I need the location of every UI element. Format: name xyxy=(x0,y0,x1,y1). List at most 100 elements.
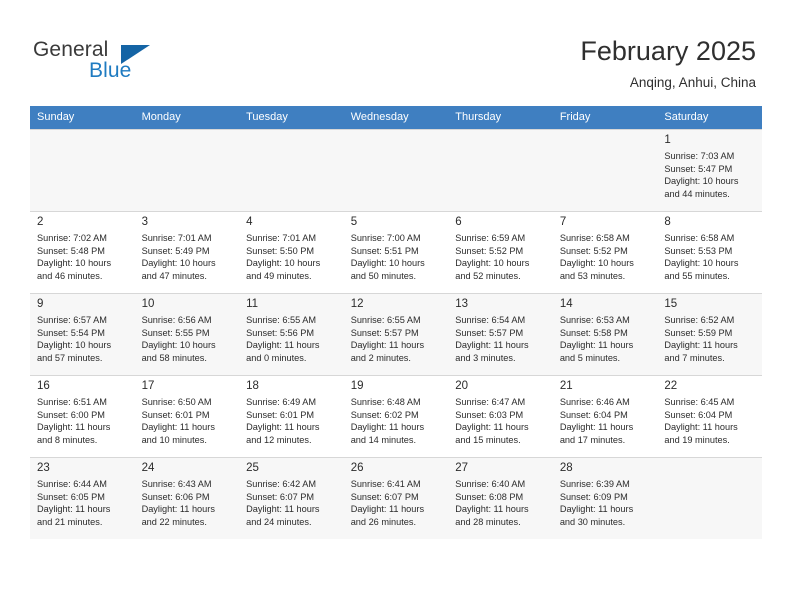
calendar-day-cell[interactable]: 1 Sunrise: 7:03 AM Sunset: 5:47 PM Daylight… xyxy=(657,129,762,211)
calendar-day-cell[interactable]: 21 Sunrise: 6:46 AM Sunset: 6:04 PM Dayligh… xyxy=(552,375,658,457)
daylight-duration-line-1: Daylight: 11 hours xyxy=(559,422,634,433)
calendar-cell-inner xyxy=(30,129,135,211)
calendar-day-cell[interactable]: 20 Sunrise: 6:47 AM Sunset: 6:03 PM Dayligh… xyxy=(448,375,553,457)
weekday-header-saturday: Saturday xyxy=(657,106,762,129)
daylight-duration-line-1: Daylight: 11 hours xyxy=(664,422,738,433)
calendar-cell-empty xyxy=(657,457,762,539)
calendar-cell-inner: 9 Sunrise: 6:57 AM Sunset: 5:54 PM Daylight… xyxy=(30,293,135,375)
sunrise-time: Sunrise: 6:58 AM xyxy=(664,233,735,243)
weekday-header-friday: Friday xyxy=(552,106,658,129)
daylight-duration-line-2: and 7 minutes. xyxy=(664,352,725,363)
calendar-day-cell[interactable]: 9 Sunrise: 6:57 AM Sunset: 5:54 PM Daylight… xyxy=(30,293,135,375)
calendar-day-cell[interactable]: 26 Sunrise: 6:41 AM Sunset: 6:07 PM Dayligh… xyxy=(343,457,449,539)
sunset-time: Sunset: 6:06 PM xyxy=(141,491,210,502)
sunset-time: Sunset: 5:57 PM xyxy=(455,327,524,338)
daylight-duration-line-1: Daylight: 11 hours xyxy=(559,504,634,515)
calendar-cell-empty xyxy=(134,129,240,211)
sunrise-time: Sunrise: 6:54 AM xyxy=(455,315,526,325)
daylight-duration-line-2: and 26 minutes. xyxy=(350,516,417,527)
sunrise-time: Sunrise: 6:46 AM xyxy=(559,397,630,407)
sunset-time: Sunset: 6:07 PM xyxy=(350,491,419,502)
sunrise-time: Sunrise: 6:55 AM xyxy=(350,315,421,325)
calendar-day-cell[interactable]: 17 Sunrise: 6:50 AM Sunset: 6:01 PM Dayligh… xyxy=(134,375,240,457)
daylight-duration-line-2: and 24 minutes. xyxy=(246,516,312,527)
calendar-day-cell[interactable]: 19 Sunrise: 6:48 AM Sunset: 6:02 PM Dayligh… xyxy=(343,375,449,457)
sunrise-time: Sunrise: 6:41 AM xyxy=(350,479,421,489)
calendar-cell-inner: 11 Sunrise: 6:55 AM Sunset: 5:56 PM Dayligh… xyxy=(239,293,344,375)
calendar-day-cell[interactable]: 4 Sunrise: 7:01 AM Sunset: 5:50 PM Daylight… xyxy=(239,211,344,293)
daylight-duration-line-2: and 28 minutes. xyxy=(455,516,521,527)
calendar-day-cell[interactable]: 28 Sunrise: 6:39 AM Sunset: 6:09 PM Dayligh… xyxy=(552,457,658,539)
day-number: 4 xyxy=(246,216,253,228)
calendar-cell-inner: 4 Sunrise: 7:01 AM Sunset: 5:50 PM Daylight… xyxy=(239,211,344,293)
sunset-time: Sunset: 5:51 PM xyxy=(350,245,419,256)
day-number: 18 xyxy=(246,380,259,392)
weekday-header-thursday: Thursday xyxy=(448,106,553,129)
day-number: 22 xyxy=(664,380,678,392)
daylight-duration-line-1: Daylight: 10 hours xyxy=(455,258,530,269)
daylight-duration-line-2: and 57 minutes. xyxy=(37,352,103,363)
calendar-cell-inner: 20 Sunrise: 6:47 AM Sunset: 6:03 PM Dayligh… xyxy=(448,375,553,457)
daylight-duration-line-1: Daylight: 11 hours xyxy=(664,340,738,351)
calendar-day-cell[interactable]: 7 Sunrise: 6:58 AM Sunset: 5:52 PM Daylight… xyxy=(552,211,658,293)
daylight-duration-line-1: Daylight: 11 hours xyxy=(350,340,425,351)
calendar-cell-inner: 26 Sunrise: 6:41 AM Sunset: 6:07 PM Dayligh… xyxy=(343,457,449,539)
calendar-table: Sunday Monday Tuesday Wednesday Thursday… xyxy=(30,106,762,539)
day-number: 15 xyxy=(664,298,678,310)
daylight-duration-line-1: Daylight: 11 hours xyxy=(246,340,320,351)
calendar-day-cell[interactable]: 2 Sunrise: 7:02 AM Sunset: 5:48 PM Daylight… xyxy=(30,211,135,293)
calendar-day-cell[interactable]: 27 Sunrise: 6:40 AM Sunset: 6:08 PM Dayligh… xyxy=(448,457,553,539)
daylight-duration-line-1: Daylight: 10 hours xyxy=(246,258,321,269)
calendar-cell-inner: 19 Sunrise: 6:48 AM Sunset: 6:02 PM Dayligh… xyxy=(343,375,449,457)
calendar-day-cell[interactable]: 8 Sunrise: 6:58 AM Sunset: 5:53 PM Daylight… xyxy=(657,211,762,293)
sunset-time: Sunset: 5:48 PM xyxy=(37,245,105,256)
sunrise-time: Sunrise: 6:58 AM xyxy=(559,233,630,243)
calendar-day-cell[interactable]: 16 Sunrise: 6:51 AM Sunset: 6:00 PM Dayligh… xyxy=(30,375,135,457)
calendar-day-cell[interactable]: 18 Sunrise: 6:49 AM Sunset: 6:01 PM Dayligh… xyxy=(239,375,344,457)
daylight-duration-line-2: and 44 minutes. xyxy=(664,188,730,199)
sunset-time: Sunset: 5:52 PM xyxy=(559,245,628,256)
calendar-cell-inner xyxy=(239,129,344,211)
calendar-day-cell[interactable]: 12 Sunrise: 6:55 AM Sunset: 5:57 PM Dayligh… xyxy=(343,293,449,375)
calendar-day-cell[interactable]: 24 Sunrise: 6:43 AM Sunset: 6:06 PM Dayligh… xyxy=(134,457,240,539)
calendar-day-cell[interactable]: 22 Sunrise: 6:45 AM Sunset: 6:04 PM Dayligh… xyxy=(657,375,762,457)
sunset-time: Sunset: 5:47 PM xyxy=(664,163,733,174)
calendar-cell-empty xyxy=(448,129,553,211)
daylight-duration-line-2: and 22 minutes. xyxy=(141,516,207,527)
calendar-day-cell[interactable]: 14 Sunrise: 6:53 AM Sunset: 5:58 PM Dayligh… xyxy=(552,293,658,375)
calendar-cell-inner: 13 Sunrise: 6:54 AM Sunset: 5:57 PM Dayligh… xyxy=(448,293,553,375)
sunrise-time: Sunrise: 6:45 AM xyxy=(664,397,735,407)
calendar-day-cell[interactable]: 3 Sunrise: 7:01 AM Sunset: 5:49 PM Daylight… xyxy=(134,211,240,293)
calendar-cell-inner: 17 Sunrise: 6:50 AM Sunset: 6:01 PM Dayligh… xyxy=(134,375,240,457)
sunset-time: Sunset: 6:02 PM xyxy=(350,409,419,420)
calendar-cell-inner: 12 Sunrise: 6:55 AM Sunset: 5:57 PM Dayligh… xyxy=(343,293,449,375)
sunrise-time: Sunrise: 7:03 AM xyxy=(664,151,735,161)
day-number: 25 xyxy=(246,462,259,474)
sunset-time: Sunset: 6:05 PM xyxy=(37,491,105,502)
calendar-day-cell[interactable]: 15 Sunrise: 6:52 AM Sunset: 5:59 PM Dayligh… xyxy=(657,293,762,375)
calendar-day-cell[interactable]: 10 Sunrise: 6:56 AM Sunset: 5:55 PM Dayligh… xyxy=(134,293,240,375)
brand-logo[interactable]: General Blue xyxy=(33,38,233,88)
sunrise-time: Sunrise: 6:57 AM xyxy=(37,315,107,325)
day-number: 24 xyxy=(141,462,155,474)
calendar-day-cell[interactable]: 25 Sunrise: 6:42 AM Sunset: 6:07 PM Dayligh… xyxy=(239,457,344,539)
daylight-duration-line-1: Daylight: 10 hours xyxy=(664,176,739,187)
calendar-day-cell[interactable]: 5 Sunrise: 7:00 AM Sunset: 5:51 PM Daylight… xyxy=(343,211,449,293)
daylight-duration-line-2: and 3 minutes. xyxy=(455,352,516,363)
daylight-duration-line-2: and 5 minutes. xyxy=(559,352,621,363)
sunrise-time: Sunrise: 6:53 AM xyxy=(559,315,630,325)
calendar-day-cell[interactable]: 23 Sunrise: 6:44 AM Sunset: 6:05 PM Dayligh… xyxy=(30,457,135,539)
sunset-time: Sunset: 6:03 PM xyxy=(455,409,524,420)
calendar-day-cell[interactable]: 6 Sunrise: 6:59 AM Sunset: 5:52 PM Daylight… xyxy=(448,211,553,293)
location-subtitle: Anqing, Anhui, China xyxy=(629,75,756,90)
daylight-duration-line-1: Daylight: 11 hours xyxy=(141,422,215,433)
sunrise-time: Sunrise: 6:55 AM xyxy=(246,315,317,325)
calendar-cell-inner xyxy=(343,129,449,211)
calendar-day-cell[interactable]: 13 Sunrise: 6:54 AM Sunset: 5:57 PM Dayligh… xyxy=(448,293,553,375)
daylight-duration-line-2: and 46 minutes. xyxy=(37,270,103,281)
sunrise-time: Sunrise: 6:51 AM xyxy=(37,397,107,407)
calendar-cell-inner: 25 Sunrise: 6:42 AM Sunset: 6:07 PM Dayligh… xyxy=(239,457,344,539)
calendar-cell-inner xyxy=(657,457,762,539)
sunset-time: Sunset: 5:53 PM xyxy=(664,245,733,256)
calendar-day-cell[interactable]: 11 Sunrise: 6:55 AM Sunset: 5:56 PM Dayligh… xyxy=(239,293,344,375)
